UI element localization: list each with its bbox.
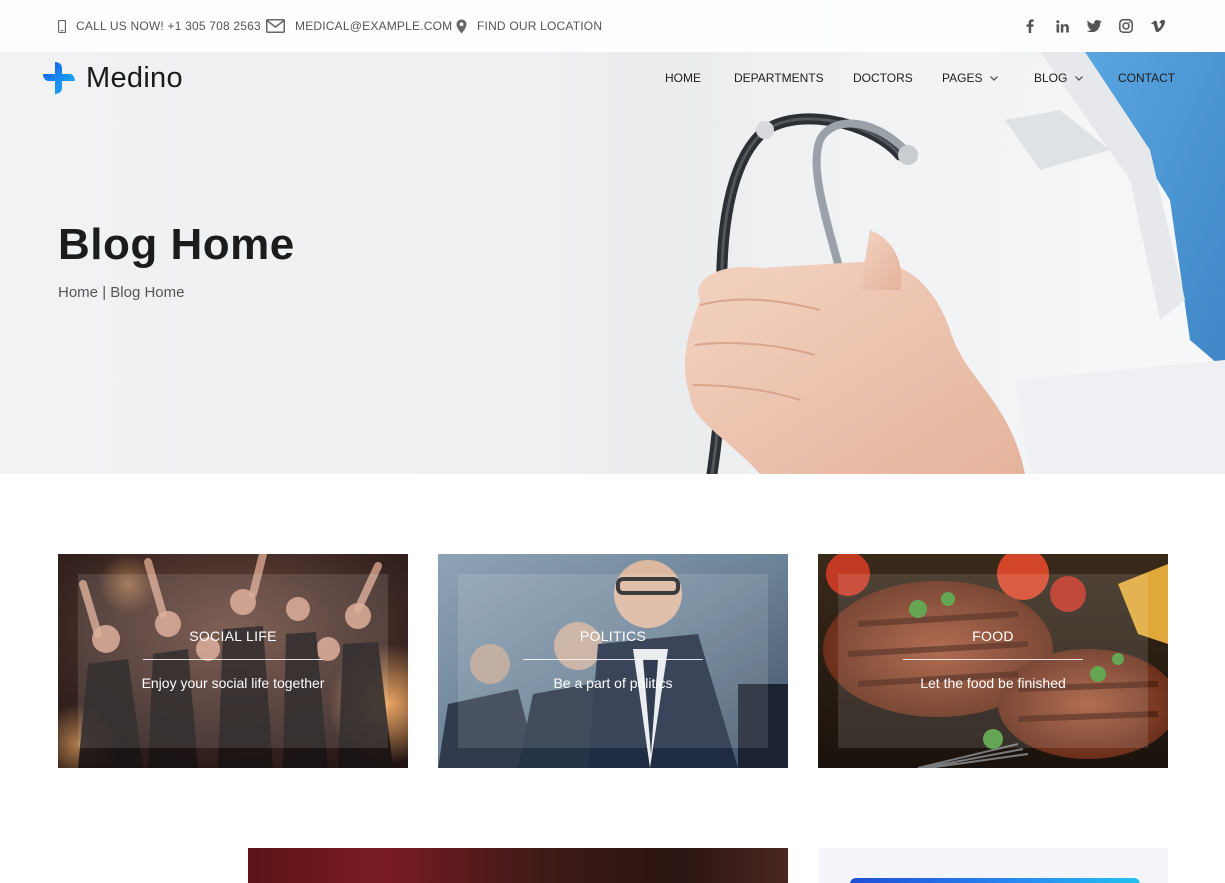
- chevron-down-icon: [990, 75, 999, 81]
- nav-pages[interactable]: PAGES: [942, 71, 999, 85]
- card-divider: [903, 659, 1083, 660]
- blog-post-image[interactable]: [248, 848, 788, 883]
- main-navigation: HOME DEPARTMENTS DOCTORS PAGES BLOG CONT…: [0, 66, 1225, 90]
- vimeo-icon[interactable]: [1149, 17, 1167, 35]
- category-card-politics[interactable]: POLITICS Be a part of politics: [438, 554, 788, 768]
- facebook-icon[interactable]: [1021, 17, 1039, 35]
- nav-home-label: HOME: [665, 71, 701, 85]
- sidebar-widget: [818, 848, 1168, 883]
- email-contact[interactable]: MEDICAL@EXAMPLE.COM: [266, 0, 452, 52]
- card-subtitle: Be a part of politics: [553, 675, 673, 691]
- card-title: SOCIAL LIFE: [189, 628, 277, 644]
- nav-doctors[interactable]: DOCTORS: [853, 71, 913, 85]
- nav-blog[interactable]: BLOG: [1034, 71, 1084, 85]
- nav-contact-label: CONTACT: [1118, 71, 1176, 85]
- phone-label: CALL US NOW! +1 305 708 2563: [76, 19, 261, 33]
- breadcrumb-home-link[interactable]: Home: [58, 284, 98, 301]
- card-title: FOOD: [972, 628, 1014, 644]
- nav-home[interactable]: HOME: [665, 71, 701, 85]
- location-label: FIND OUR LOCATION: [477, 19, 603, 33]
- card-divider: [143, 659, 323, 660]
- card-overlay: [78, 574, 388, 748]
- nav-contact[interactable]: CONTACT: [1118, 71, 1175, 85]
- nav-departments[interactable]: DEPARTMENTS: [734, 71, 824, 85]
- mobile-phone-icon: [58, 19, 66, 33]
- card-subtitle: Enjoy your social life together: [141, 675, 325, 691]
- social-links: [1021, 0, 1167, 52]
- twitter-icon[interactable]: [1085, 17, 1103, 35]
- nav-doctors-label: DOCTORS: [853, 71, 913, 85]
- envelope-icon: [266, 19, 285, 33]
- breadcrumb-current: Blog Home: [110, 284, 185, 301]
- top-bar: CALL US NOW! +1 305 708 2563 MEDICAL@EXA…: [0, 0, 1225, 52]
- phone-contact[interactable]: CALL US NOW! +1 305 708 2563: [58, 0, 261, 52]
- card-divider: [523, 659, 703, 660]
- card-subtitle: Let the food be finished: [920, 675, 1066, 691]
- breadcrumb: Home | Blog Home: [58, 284, 184, 301]
- category-card-food[interactable]: FOOD Let the food be finished: [818, 554, 1168, 768]
- breadcrumb-separator: |: [102, 284, 107, 301]
- chevron-down-icon: [1075, 75, 1084, 81]
- card-overlay: [458, 574, 768, 748]
- card-overlay: [838, 574, 1148, 748]
- page-title: Blog Home: [58, 220, 295, 269]
- category-card-social-life[interactable]: SOCIAL LIFE Enjoy your social life toget…: [58, 554, 408, 768]
- nav-departments-label: DEPARTMENTS: [734, 71, 824, 85]
- nav-pages-label: PAGES: [942, 71, 983, 85]
- linkedin-icon[interactable]: [1053, 17, 1071, 35]
- instagram-icon[interactable]: [1117, 17, 1135, 35]
- location-link[interactable]: FIND OUR LOCATION: [456, 0, 602, 52]
- sidebar-gradient-banner: [850, 878, 1140, 883]
- email-label: MEDICAL@EXAMPLE.COM: [295, 19, 453, 33]
- nav-blog-label: BLOG: [1034, 71, 1068, 85]
- map-pin-icon: [456, 19, 467, 33]
- card-title: POLITICS: [579, 628, 647, 644]
